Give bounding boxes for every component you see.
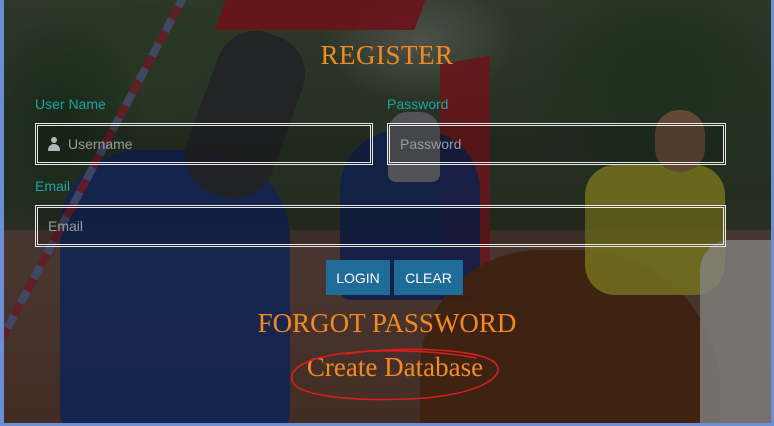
email-field-box — [35, 205, 726, 247]
create-database-link[interactable]: Create Database — [0, 352, 774, 383]
email-input[interactable] — [38, 218, 723, 234]
password-field-box — [387, 123, 726, 165]
email-label: Email — [35, 178, 71, 194]
login-button[interactable]: LOGIN — [326, 260, 390, 295]
username-label: User Name — [35, 96, 106, 112]
clear-button[interactable]: CLEAR — [394, 260, 463, 295]
password-input[interactable] — [390, 136, 723, 152]
username-field-box — [35, 123, 373, 165]
forgot-password-link[interactable]: FORGOT PASSWORD — [0, 308, 774, 339]
user-icon — [48, 137, 60, 151]
username-input[interactable] — [60, 136, 370, 152]
form-title: REGISTER — [320, 40, 454, 70]
register-page: REGISTER User Name Password Email LOGIN … — [0, 0, 774, 426]
register-form: REGISTER User Name Password Email LOGIN … — [0, 0, 774, 426]
password-label: Password — [387, 96, 449, 112]
